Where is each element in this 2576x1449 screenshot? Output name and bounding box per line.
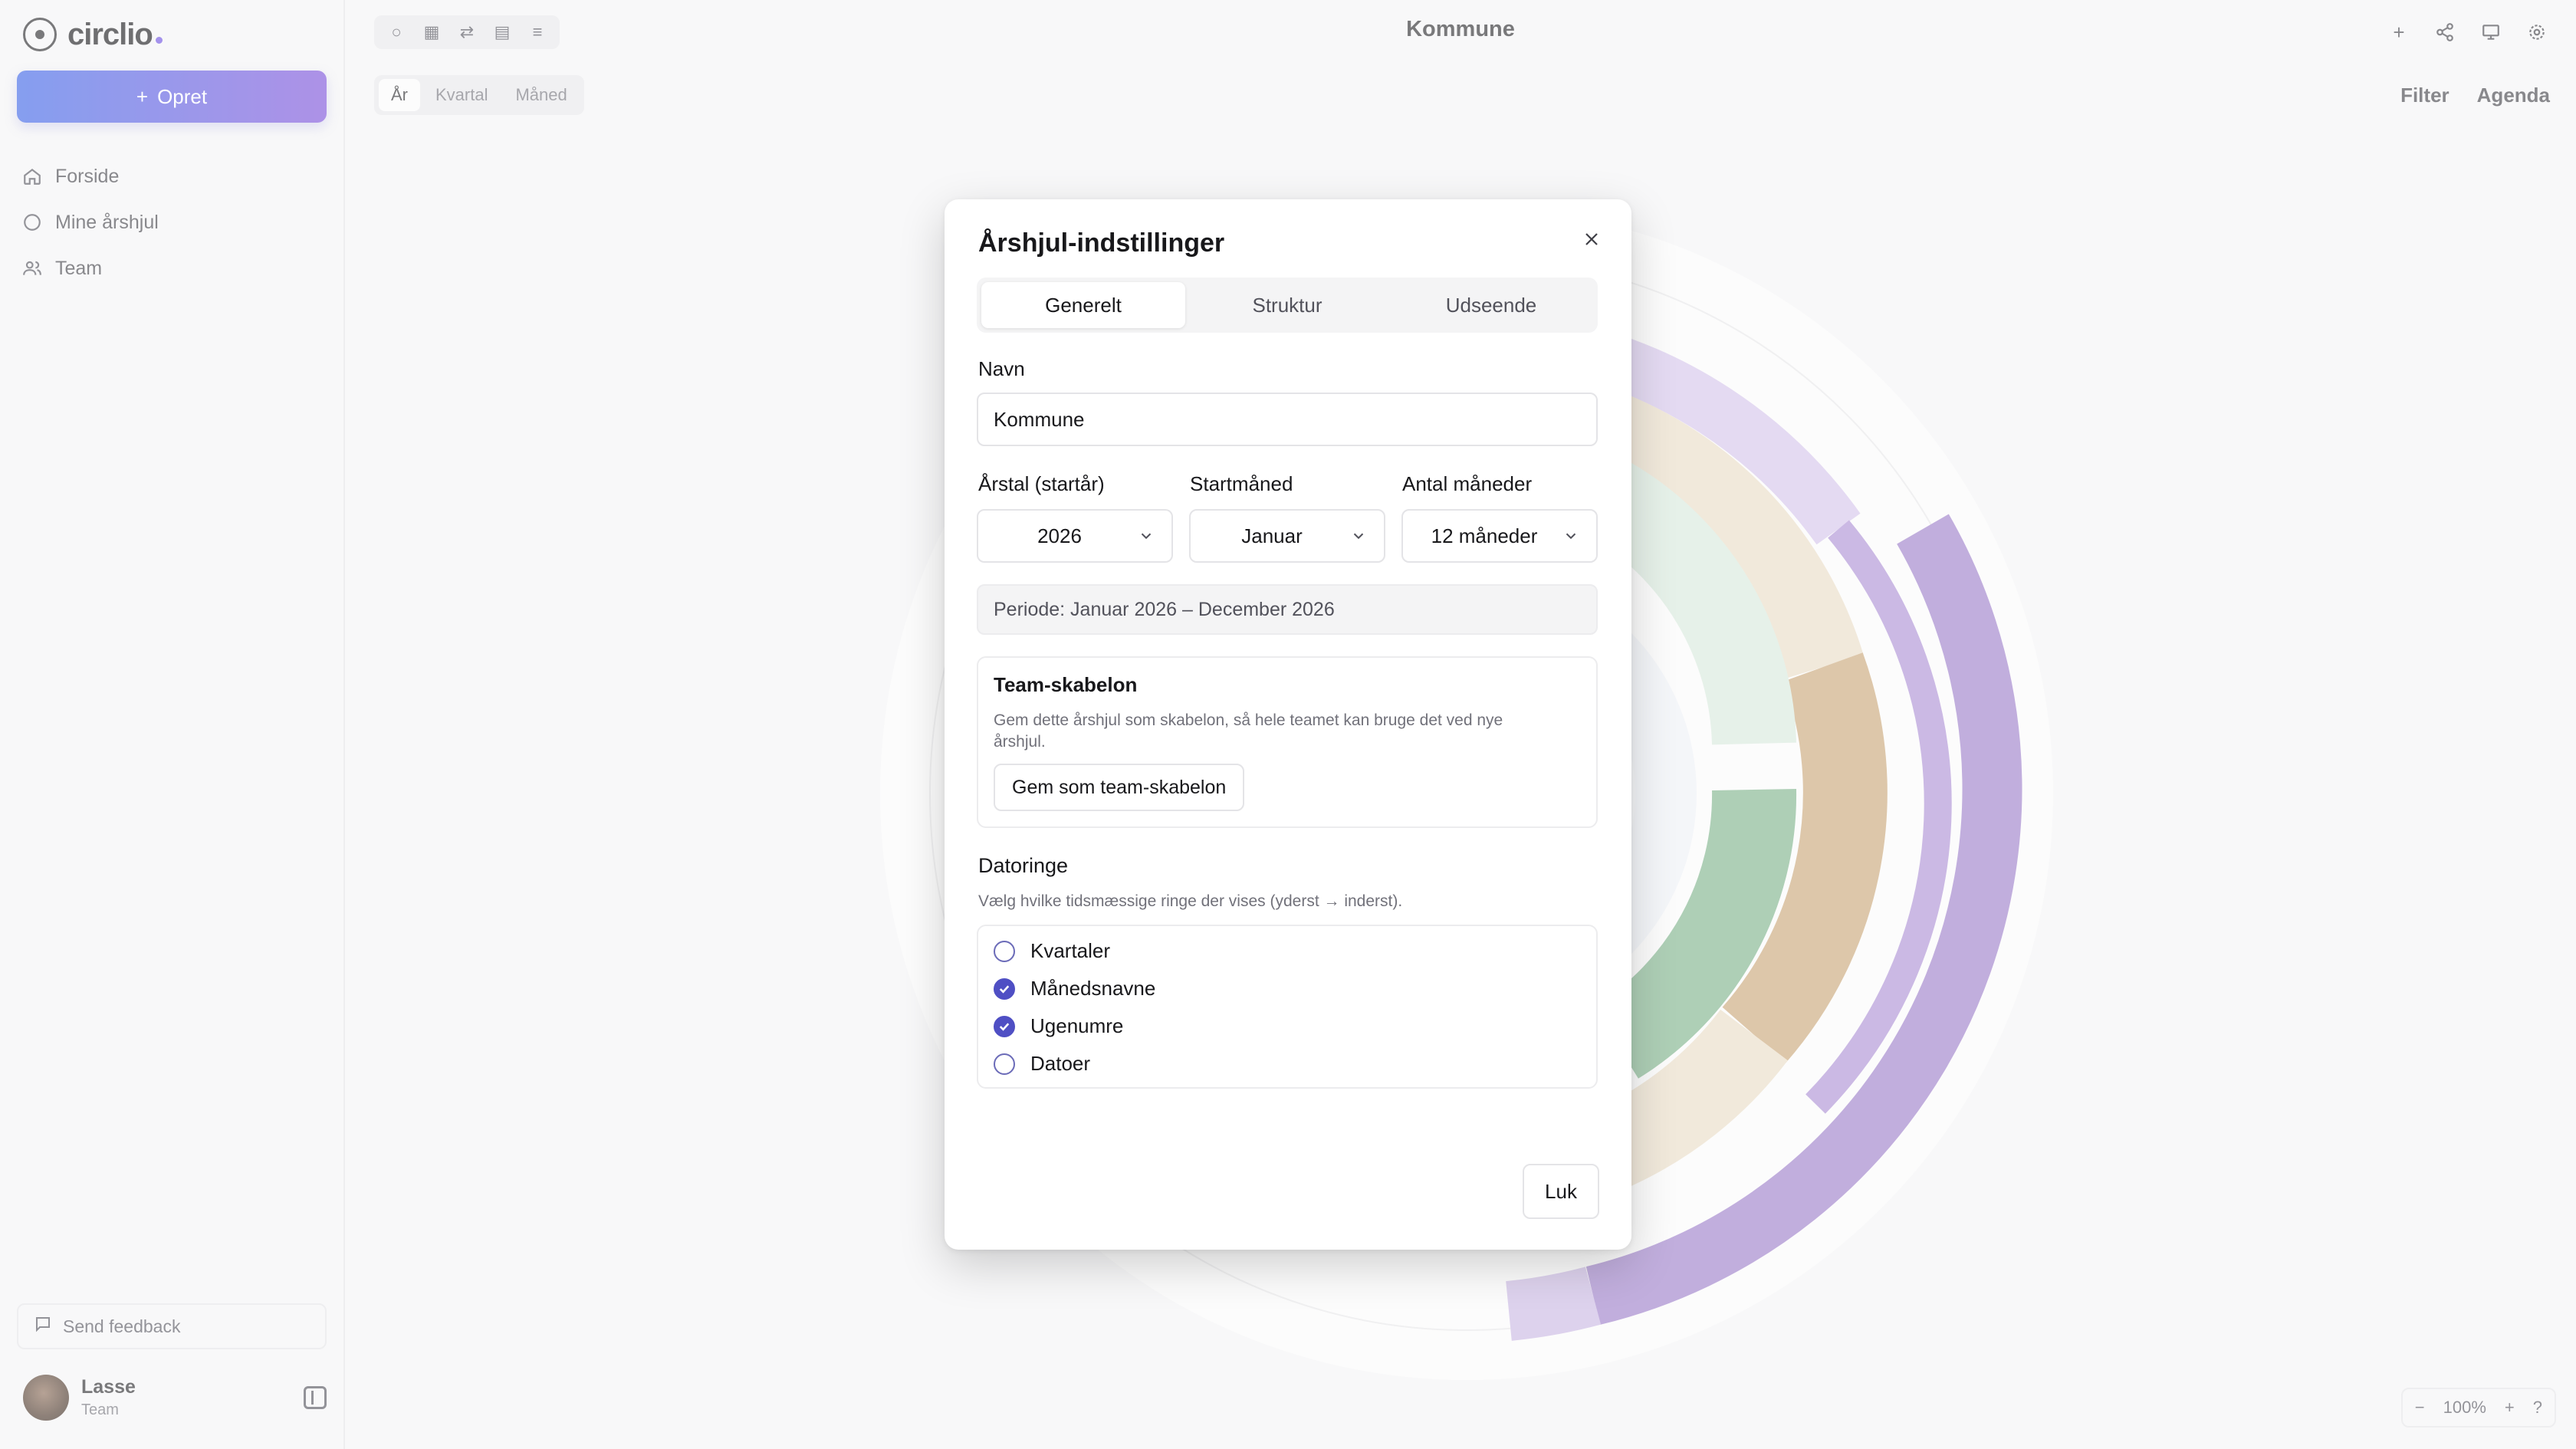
checkbox-datoer[interactable]: Datoer	[978, 1045, 1596, 1083]
date-rings-description: Vælg hvilke tidsmæssige ringe der vises …	[978, 892, 1403, 910]
checkbox-kvartaler[interactable]: Kvartaler	[978, 932, 1596, 970]
months-select[interactable]: 12 måneder	[1401, 509, 1598, 563]
dialog-tabs: Generelt Struktur Udseende	[977, 278, 1598, 333]
name-input[interactable]	[977, 393, 1598, 446]
tab-udseende[interactable]: Udseende	[1389, 282, 1593, 328]
start-month-select-value: Januar	[1241, 524, 1303, 547]
chevron-down-icon	[1141, 533, 1152, 540]
checkbox-label: Kvartaler	[1030, 939, 1111, 962]
date-rings-title: Datoringe	[978, 854, 1069, 877]
year-select-value: 2026	[1037, 524, 1082, 547]
checkbox-ugenumre[interactable]: Ugenumre	[978, 1007, 1596, 1045]
date-rings-list: Kvartaler Månedsnavne Ugenumre Datoer	[977, 925, 1598, 1089]
checkbox-checked-icon[interactable]	[994, 1015, 1015, 1037]
checkbox-label: Datoer	[1030, 1052, 1091, 1075]
settings-dialog: Årshjul-indstillinger Generelt Struktur …	[945, 199, 1631, 1250]
start-month-select[interactable]: Januar	[1189, 509, 1385, 563]
save-template-button[interactable]: Gem som team-skabelon	[994, 764, 1245, 811]
checkbox-label: Månedsnavne	[1030, 977, 1156, 1000]
checkbox-checked-icon[interactable]	[994, 978, 1015, 1000]
period-summary: Periode: Januar 2026 – December 2026	[977, 584, 1598, 635]
chevron-down-icon	[1353, 533, 1364, 540]
template-description: Gem dette årshjul som skabelon, så hele …	[994, 711, 1503, 751]
months-label: Antal måneder	[1402, 472, 1533, 495]
start-month-label: Startmåned	[1190, 472, 1293, 495]
checkbox-unchecked-icon[interactable]	[994, 1053, 1015, 1075]
tab-generelt[interactable]: Generelt	[981, 282, 1185, 328]
tab-struktur[interactable]: Struktur	[1185, 282, 1389, 328]
name-label: Navn	[978, 357, 1025, 380]
year-label: Årstal (startår)	[978, 472, 1105, 495]
template-title: Team-skabelon	[994, 673, 1138, 696]
year-select[interactable]: 2026	[977, 509, 1173, 563]
dialog-title: Årshjul-indstillinger	[978, 228, 1225, 258]
close-button[interactable]: Luk	[1523, 1164, 1599, 1219]
checkbox-manedsnavne[interactable]: Månedsnavne	[978, 970, 1596, 1007]
close-icon[interactable]	[1575, 222, 1608, 256]
chevron-down-icon	[1566, 533, 1576, 540]
months-select-value: 12 måneder	[1431, 524, 1538, 547]
team-template-card: Team-skabelon Gem dette årshjul som skab…	[977, 656, 1598, 828]
checkbox-label: Ugenumre	[1030, 1014, 1124, 1037]
checkbox-unchecked-icon[interactable]	[994, 940, 1015, 962]
